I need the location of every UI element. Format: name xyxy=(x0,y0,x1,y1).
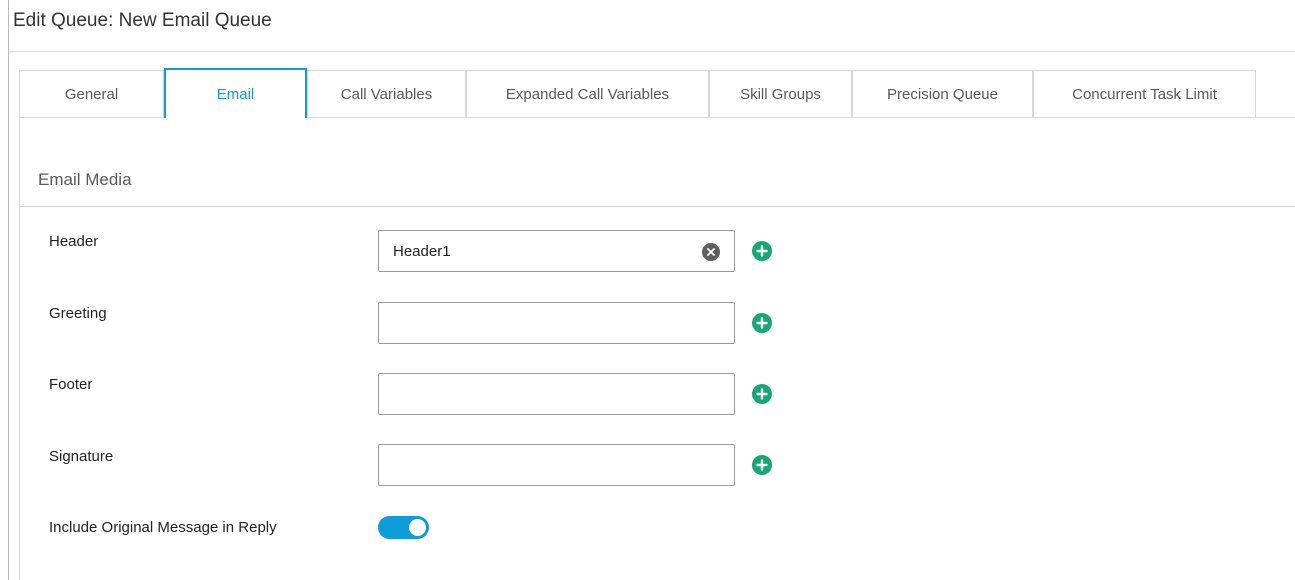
add-header-button[interactable] xyxy=(752,241,772,261)
include-original-toggle[interactable] xyxy=(378,516,429,539)
close-circle-icon[interactable] xyxy=(702,243,720,261)
tab-skill-groups[interactable]: Skill Groups xyxy=(709,70,852,117)
signature-input[interactable] xyxy=(379,445,693,485)
add-signature-button[interactable] xyxy=(752,455,772,475)
greeting-field-box xyxy=(378,302,735,344)
page-title: Edit Queue: New Email Queue xyxy=(13,10,272,31)
footer-field-box xyxy=(378,373,735,415)
footer-input[interactable] xyxy=(379,374,693,414)
email-tab-panel: Email Media Header Greeting xyxy=(19,117,1295,580)
footer-label: Footer xyxy=(49,376,93,393)
add-footer-button[interactable] xyxy=(752,384,772,404)
tab-general[interactable]: General xyxy=(19,70,164,117)
edit-queue-window: Edit Queue: New Email Queue General Emai… xyxy=(8,0,1295,580)
header-label: Header xyxy=(49,233,99,250)
include-original-label: Include Original Message in Reply xyxy=(49,519,277,536)
add-greeting-button[interactable] xyxy=(752,313,772,333)
header-input[interactable] xyxy=(379,231,693,271)
signature-field-box xyxy=(378,444,735,486)
greeting-input[interactable] xyxy=(379,303,693,343)
plus-circle-icon xyxy=(756,245,768,257)
greeting-label: Greeting xyxy=(49,305,107,322)
signature-label: Signature xyxy=(49,448,114,465)
tab-email[interactable]: Email xyxy=(164,68,307,118)
tab-expanded-call-variables[interactable]: Expanded Call Variables xyxy=(466,70,709,117)
plus-circle-icon xyxy=(756,317,768,329)
tab-bar: General Email Call Variables Expanded Ca… xyxy=(19,68,1295,118)
title-divider xyxy=(9,51,1295,52)
section-title: Email Media xyxy=(38,170,132,189)
tab-concurrent-task-limit[interactable]: Concurrent Task Limit xyxy=(1033,70,1256,117)
tab-precision-queue[interactable]: Precision Queue xyxy=(852,70,1033,117)
tab-call-variables[interactable]: Call Variables xyxy=(307,70,466,117)
header-field-box xyxy=(378,230,735,272)
plus-circle-icon xyxy=(756,388,768,400)
section-divider xyxy=(20,206,1295,207)
toggle-knob xyxy=(409,519,426,536)
plus-circle-icon xyxy=(756,459,768,471)
